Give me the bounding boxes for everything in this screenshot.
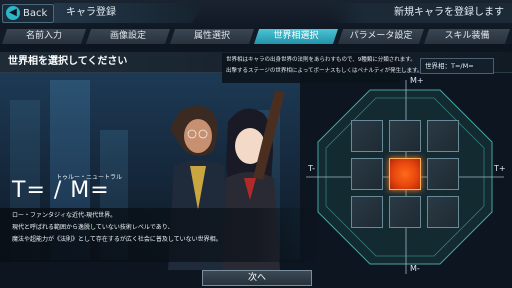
grid-cell-t-minus-m-eq[interactable] [351, 158, 383, 190]
title-banner: キャラ登録 [54, 3, 204, 23]
back-label: Back [23, 8, 48, 19]
axis-label-m-plus: M+ [410, 76, 424, 85]
grid-cell-t-eq-m-plus[interactable] [389, 120, 421, 152]
instruction-heading: 世界相を選択してください [8, 56, 128, 67]
description-line: 世界相はキャラの出身世界の法則をあらわすもので、9種類に分類されます。 [226, 57, 416, 63]
status-banner: 新規キャラを登録します [330, 3, 512, 23]
top-bar: ◀ Back キャラ登録 新規キャラを登録します [0, 0, 512, 30]
tab-skill-equip[interactable]: スキル装備 [424, 29, 510, 44]
grid-cell-t-plus-m-eq[interactable] [427, 158, 459, 190]
phase-description-line: 現代と呼ばれる範囲から逸脱していない技術レベルであり、 [12, 224, 174, 231]
tab-attribute-select[interactable]: 属性選択 [170, 29, 254, 44]
page-title: キャラ登録 [66, 7, 116, 18]
axis-label-m-minus: M- [410, 264, 420, 273]
next-button[interactable]: 次へ [202, 270, 312, 286]
grid-cell-t-eq-m-minus[interactable] [389, 196, 421, 228]
phase-description-line: ロー・ファンタジィな近代-現代世界。 [12, 212, 117, 219]
grid-cell-t-plus-m-minus[interactable] [427, 196, 459, 228]
status-text: 新規キャラを登録します [394, 7, 504, 18]
tab-image-settings[interactable]: 画像設定 [86, 29, 170, 44]
grid-cell-t-minus-m-plus[interactable] [351, 120, 383, 152]
axis-label-t-plus: T+ [494, 164, 506, 173]
phase-description-box: ロー・ファンタジィな近代-現代世界。 現代と呼ばれる範囲から逸脱していない技術レ… [0, 208, 320, 262]
next-button-label: 次へ [247, 273, 266, 283]
grid-cell-t-plus-m-plus[interactable] [427, 120, 459, 152]
step-tabs: 名前入力 画像設定 属性選択 世界相選択 パラメータ設定 スキル装備 [0, 29, 512, 44]
back-button[interactable]: ◀ Back [2, 4, 54, 23]
phase-formula: T= / M= [12, 178, 110, 203]
world-phase-grid-panel: M+ M- T- T+ [300, 72, 512, 288]
tab-parameter-settings[interactable]: パラメータ設定 [338, 29, 424, 44]
axis-label-t-minus: T- [308, 164, 316, 173]
back-arrow-icon: ◀ [6, 6, 20, 20]
tab-name-input[interactable]: 名前入力 [2, 29, 86, 44]
tab-world-phase-select[interactable]: 世界相選択 [254, 29, 338, 44]
world-phase-label: 世界相：T=/M= [425, 62, 474, 70]
grid-cell-selected-center[interactable] [389, 158, 421, 190]
grid-cell-t-minus-m-minus[interactable] [351, 196, 383, 228]
phase-description-line: 魔法や超能力が《法則》として存在するが広く社会に普及していない世界相。 [12, 236, 222, 243]
